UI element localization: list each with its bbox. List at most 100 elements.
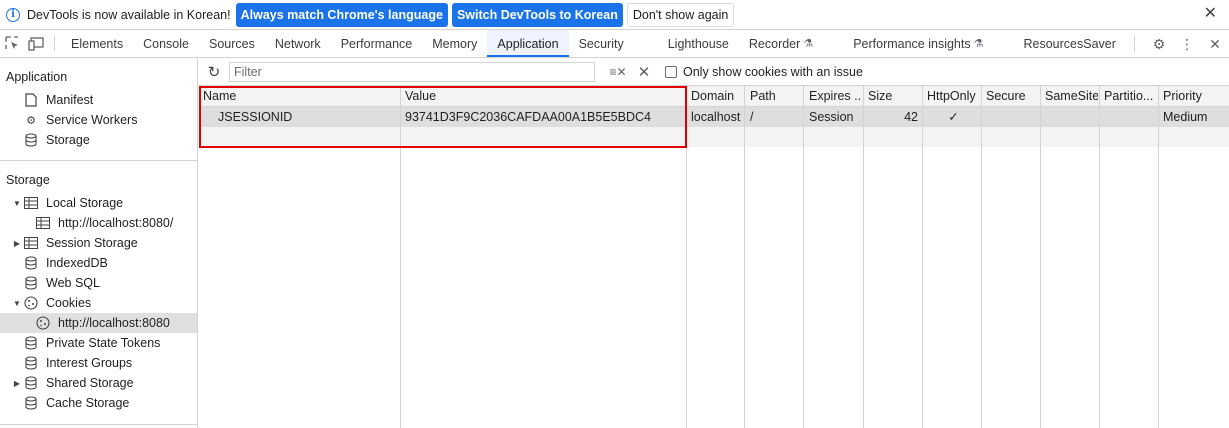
sidebar-item-label: Cache Storage bbox=[46, 396, 130, 410]
sidebar-item-label: http://localhost:8080 bbox=[58, 316, 170, 330]
sidebar-item-label: Manifest bbox=[46, 93, 94, 107]
tab-recorder[interactable]: Recorder ⚗ bbox=[739, 30, 843, 57]
sidebar-item-storage[interactable]: Storage bbox=[24, 130, 90, 150]
sidebar-item-label: IndexedDB bbox=[46, 256, 108, 270]
filter-input[interactable] bbox=[229, 61, 595, 82]
tabbar-actions: ⚙ ⋮ ✕ bbox=[1134, 30, 1229, 58]
sidebar-item-shared-storage[interactable]: ▶ Shared Storage bbox=[12, 373, 134, 393]
tab-sources[interactable]: Sources bbox=[199, 30, 265, 57]
column-divider bbox=[1158, 86, 1159, 428]
close-icon[interactable]: ✕ bbox=[1204, 6, 1217, 22]
column-divider bbox=[922, 86, 923, 428]
application-section-header: Application bbox=[6, 70, 68, 84]
storage-section-header: Storage bbox=[6, 173, 50, 187]
sidebar-item-private-state-tokens[interactable]: Private State Tokens bbox=[24, 333, 160, 353]
delete-selected-icon[interactable]: ✕ bbox=[633, 63, 655, 81]
tab-console[interactable]: Console bbox=[133, 30, 199, 57]
tab-elements[interactable]: Elements bbox=[61, 30, 133, 57]
cookie-path-cell: / bbox=[750, 110, 754, 124]
cookies-toolbar: ↻ ≡✕ ✕ Only show cookies with an issue bbox=[199, 58, 1229, 86]
cookie-size-cell: 42 bbox=[904, 110, 918, 124]
database-icon bbox=[24, 276, 38, 290]
tab-lighthouse[interactable]: Lighthouse bbox=[658, 30, 739, 57]
tab-security[interactable]: Security bbox=[569, 30, 658, 57]
devtools-tabbar: Elements Console Sources Network Perform… bbox=[0, 30, 1229, 58]
database-icon bbox=[24, 256, 38, 270]
sidebar-item-cache-storage[interactable]: Cache Storage bbox=[24, 393, 129, 413]
column-header-partition[interactable]: Partitio... bbox=[1104, 86, 1157, 106]
sidebar-item-manifest[interactable]: Manifest bbox=[24, 90, 93, 110]
sidebar-item-local-storage[interactable]: ▼ Local Storage bbox=[12, 193, 123, 213]
column-header-expires[interactable]: Expires ... bbox=[809, 86, 862, 106]
sidebar-item-indexeddb[interactable]: IndexedDB bbox=[24, 253, 108, 273]
sidebar-item-service-workers[interactable]: ⚙ Service Workers bbox=[24, 110, 137, 130]
sidebar-item-label: Local Storage bbox=[46, 196, 124, 210]
more-options-icon[interactable]: ⋮ bbox=[1173, 36, 1201, 53]
column-divider bbox=[981, 86, 982, 428]
sidebar-item-label: Service Workers bbox=[46, 113, 138, 127]
switch-to-korean-button[interactable]: Switch DevTools to Korean bbox=[451, 2, 623, 27]
always-match-language-button[interactable]: Always match Chrome's language bbox=[235, 2, 448, 27]
column-header-secure[interactable]: Secure bbox=[986, 86, 1039, 106]
cookies-table: Name Value Domain Path Expires ... Size … bbox=[199, 86, 1229, 428]
expanded-triangle-icon[interactable]: ▼ bbox=[12, 299, 22, 308]
column-divider bbox=[744, 86, 745, 428]
cookie-domain-cell: localhost bbox=[691, 110, 741, 124]
tab-performance-insights[interactable]: Performance insights ⚗ bbox=[843, 30, 1013, 57]
sidebar-item-web-sql[interactable]: Web SQL bbox=[24, 273, 100, 293]
experimental-flask-icon: ⚗ bbox=[803, 38, 814, 50]
cookie-expires-cell: Session bbox=[809, 110, 854, 124]
column-divider bbox=[1099, 86, 1100, 428]
experimental-flask-icon: ⚗ bbox=[973, 38, 984, 50]
tab-performance[interactable]: Performance bbox=[331, 30, 423, 57]
database-icon bbox=[24, 133, 38, 147]
collapsed-triangle-icon[interactable]: ▶ bbox=[12, 379, 22, 388]
sidebar-item-label: Private State Tokens bbox=[46, 336, 161, 350]
settings-gear-icon[interactable]: ⚙ bbox=[1145, 36, 1173, 53]
sidebar-item-cookies-origin[interactable]: http://localhost:8080 bbox=[0, 313, 197, 333]
sidebar-item-interest-groups[interactable]: Interest Groups bbox=[24, 353, 132, 373]
close-devtools-icon[interactable]: ✕ bbox=[1201, 36, 1229, 53]
expanded-triangle-icon[interactable]: ▼ bbox=[12, 199, 22, 208]
sidebar-item-label: Cookies bbox=[46, 296, 92, 310]
sidebar-item-cookies[interactable]: ▼ Cookies bbox=[12, 293, 91, 313]
column-header-path[interactable]: Path bbox=[750, 86, 802, 106]
sidebar-item-label: Interest Groups bbox=[46, 356, 133, 370]
column-header-size[interactable]: Size bbox=[868, 86, 921, 106]
tab-application[interactable]: Application bbox=[487, 30, 569, 57]
column-divider bbox=[1040, 86, 1041, 428]
clear-all-cookies-icon[interactable]: ≡✕ bbox=[607, 65, 629, 79]
database-icon bbox=[24, 396, 38, 410]
tab-resources-saver[interactable]: ResourcesSaver bbox=[1013, 30, 1125, 57]
info-icon: i bbox=[6, 7, 20, 22]
column-header-domain[interactable]: Domain bbox=[691, 86, 743, 106]
column-divider bbox=[803, 86, 804, 428]
inspect-element-icon[interactable] bbox=[0, 30, 24, 57]
column-header-samesite[interactable]: SameSite bbox=[1045, 86, 1098, 106]
tabbar-actions-divider bbox=[1134, 36, 1135, 52]
column-header-priority[interactable]: Priority bbox=[1163, 86, 1227, 106]
table-icon bbox=[36, 216, 50, 230]
only-issues-checkbox[interactable] bbox=[665, 65, 677, 78]
table-icon bbox=[24, 196, 38, 210]
dont-show-again-button[interactable]: Don't show again bbox=[626, 2, 735, 27]
tab-memory[interactable]: Memory bbox=[422, 30, 487, 57]
sidebar-item-session-storage[interactable]: ▶ Session Storage bbox=[12, 233, 138, 253]
sidebar-item-label: Session Storage bbox=[46, 236, 138, 250]
database-icon bbox=[24, 356, 38, 370]
infobar-message: DevTools is now available in Korean! bbox=[27, 7, 231, 22]
sidebar-item-local-storage-origin[interactable]: http://localhost:8080/ bbox=[36, 213, 173, 233]
collapsed-triangle-icon[interactable]: ▶ bbox=[12, 239, 22, 248]
sidebar-item-label: Web SQL bbox=[46, 276, 100, 290]
document-icon bbox=[24, 93, 38, 107]
only-issues-label: Only show cookies with an issue bbox=[683, 64, 863, 79]
application-sidebar: Application Manifest ⚙ Service Workers S… bbox=[0, 58, 198, 428]
table-icon bbox=[24, 236, 38, 250]
tab-network[interactable]: Network bbox=[265, 30, 331, 57]
device-toolbar-icon[interactable] bbox=[24, 30, 48, 57]
sidebar-item-label: http://localhost:8080/ bbox=[58, 216, 174, 230]
refresh-icon[interactable]: ↻ bbox=[199, 63, 229, 81]
column-header-httponly[interactable]: HttpOnly bbox=[927, 86, 980, 106]
tab-performance-insights-label: Performance insights bbox=[853, 36, 971, 51]
database-icon bbox=[24, 376, 38, 390]
